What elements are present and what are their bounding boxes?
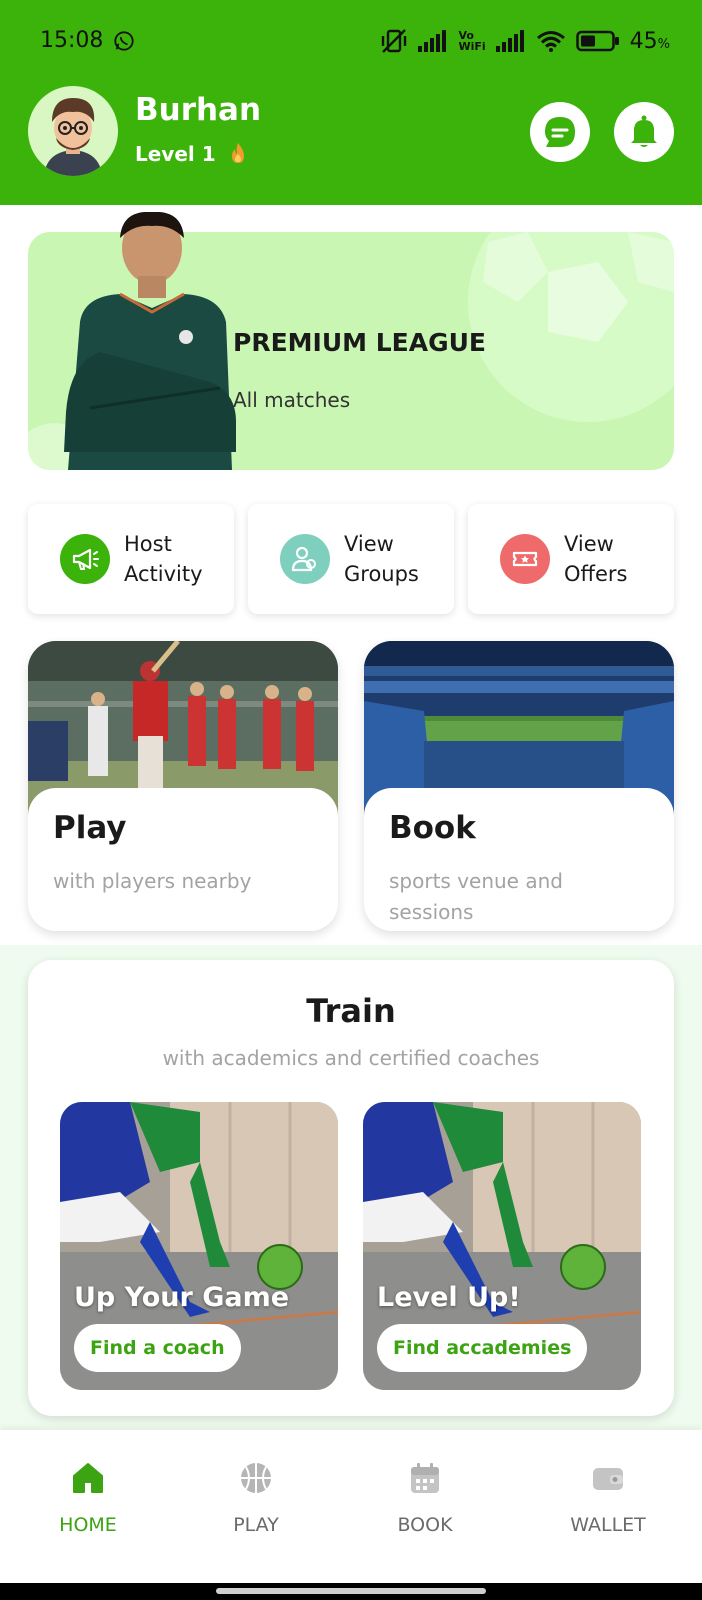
home-icon (73, 1463, 103, 1493)
nav-book[interactable]: BOOK (365, 1460, 485, 1536)
status-bar: 15:08 Vo WiFi 45% (40, 28, 670, 58)
play-card[interactable]: Play with players nearby (28, 641, 338, 931)
basketball-icon (241, 1463, 271, 1493)
notifications-button[interactable] (614, 102, 674, 162)
chat-bubble-icon (545, 117, 575, 147)
train-title: Train (306, 992, 396, 1030)
ticket-icon (500, 534, 550, 584)
group-icon (280, 534, 330, 584)
train-card: Train with academics and certified coach… (28, 960, 674, 1416)
megaphone-icon (60, 534, 110, 584)
signal-icon (418, 30, 447, 52)
train-subtitle: with academics and certified coaches (162, 1046, 540, 1070)
vowifi-label: Vo WiFi (458, 29, 486, 53)
status-time: 15:08 (40, 28, 104, 53)
battery-percent: 45% (629, 28, 670, 54)
bottom-navigation: HOME PLAY BOOK WALLET (0, 1430, 702, 1583)
nav-home[interactable]: HOME (28, 1460, 148, 1536)
host-activity-label: Host Activity (124, 532, 203, 586)
nav-wallet[interactable]: WALLET (548, 1460, 668, 1536)
chat-button[interactable] (530, 102, 590, 162)
home-gesture-handle[interactable] (216, 1588, 486, 1594)
view-groups-button[interactable]: View Groups (248, 504, 454, 614)
avatar-illustration (44, 98, 102, 176)
wifi-icon (536, 31, 565, 52)
banner-title: PREMIUM LEAGUE (233, 328, 486, 357)
system-gesture-bar (0, 1583, 702, 1600)
nav-play[interactable]: PLAY (196, 1460, 316, 1536)
avatar[interactable] (28, 86, 118, 176)
book-subtitle: sports venue and sessions (389, 869, 563, 924)
play-subtitle: with players nearby (53, 869, 252, 893)
coach-tile-title: Up Your Game (74, 1282, 290, 1313)
user-profile: Burhan Level 1 (28, 86, 688, 176)
academy-tile[interactable]: Level Up! Find accademies (363, 1102, 641, 1390)
whatsapp-icon (114, 31, 134, 51)
vibrate-off-icon (382, 29, 407, 53)
calendar-icon (411, 1463, 439, 1493)
find-coach-button[interactable]: Find a coach (74, 1324, 241, 1372)
find-academies-button[interactable]: Find accademies (377, 1324, 588, 1372)
banner-subtitle: All matches (233, 388, 351, 412)
play-title: Play (53, 810, 127, 846)
book-card-body: Book sports venue and sessions (364, 788, 674, 931)
view-offers-button[interactable]: View Offers (468, 504, 674, 614)
app-header: 15:08 Vo WiFi 45% Burhan Level 1 (0, 0, 702, 205)
player-image (64, 212, 236, 470)
wallet-icon (593, 1468, 623, 1490)
user-name: Burhan (135, 92, 262, 128)
bell-icon (631, 115, 657, 147)
view-groups-label: View Groups (344, 532, 419, 586)
host-activity-button[interactable]: Host Activity (28, 504, 234, 614)
view-offers-label: View Offers (564, 532, 628, 586)
book-title: Book (389, 810, 476, 846)
status-icons: Vo WiFi 45% (380, 28, 670, 54)
academy-tile-title: Level Up! (377, 1282, 521, 1313)
flame-icon (231, 143, 244, 163)
user-level: Level 1 (135, 142, 247, 166)
battery-icon (575, 30, 619, 52)
signal-icon-2 (495, 30, 524, 52)
coach-tile[interactable]: Up Your Game Find a coach (60, 1102, 338, 1390)
play-card-body: Play with players nearby (28, 788, 338, 931)
book-card[interactable]: Book sports venue and sessions (364, 641, 674, 931)
